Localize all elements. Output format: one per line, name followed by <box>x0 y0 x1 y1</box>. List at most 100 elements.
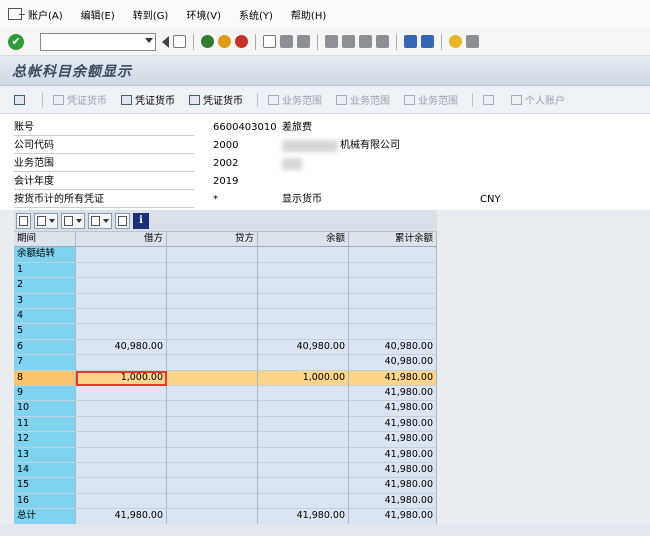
table-row[interactable]: 8 1,000.00 1,000.00 41,980.00 <box>14 370 437 386</box>
table-cell[interactable]: 8 <box>14 370 76 386</box>
business-area-button-2[interactable]: 业务范围 <box>336 92 390 107</box>
business-area-button-1[interactable]: 业务范围 <box>268 92 322 107</box>
chart-button[interactable] <box>115 212 130 229</box>
table-row[interactable]: 总计 41,980.00 41,980.00 41,980.00 <box>14 509 437 525</box>
menu-environment[interactable]: 环境(V) <box>186 7 221 22</box>
table-cell[interactable]: 41,980.00 <box>76 509 167 525</box>
table-cell[interactable] <box>258 416 349 433</box>
find-next-icon[interactable] <box>297 35 310 48</box>
table-row[interactable]: 2 <box>14 278 437 294</box>
table-cell[interactable] <box>349 262 437 279</box>
table-cell[interactable] <box>76 478 167 494</box>
table-cell[interactable]: 15 <box>14 478 76 494</box>
table-cell[interactable]: 1,000.00 <box>76 370 167 386</box>
table-cell[interactable] <box>167 278 258 294</box>
document-currency-button-3[interactable]: 凭证货币 <box>189 92 243 107</box>
last-page-icon[interactable] <box>376 35 389 48</box>
table-cell[interactable]: 11 <box>14 416 76 433</box>
table-cell[interactable]: 41,980.00 <box>349 493 437 510</box>
table-row[interactable]: 余额结转 <box>14 247 437 263</box>
table-row[interactable]: 10 41,980.00 <box>14 401 437 417</box>
table-cell[interactable] <box>76 463 167 479</box>
table-cell[interactable]: 13 <box>14 447 76 463</box>
command-input[interactable] <box>41 33 155 50</box>
table-cell[interactable] <box>258 262 349 279</box>
table-cell[interactable] <box>258 493 349 510</box>
system-menu-icon[interactable] <box>8 8 25 20</box>
document-currency-button-2[interactable]: 凭证货币 <box>121 92 175 107</box>
table-cell[interactable] <box>76 293 167 309</box>
table-cell[interactable] <box>258 463 349 479</box>
table-cell[interactable]: 41,980.00 <box>349 478 437 494</box>
table-cell[interactable] <box>76 262 167 279</box>
table-cell[interactable]: 1,000.00 <box>258 370 349 386</box>
table-cell[interactable]: 10 <box>14 401 76 417</box>
table-cell[interactable] <box>167 463 258 479</box>
table-cell[interactable]: 5 <box>14 324 76 340</box>
export-button[interactable] <box>61 212 85 229</box>
table-cell[interactable] <box>349 309 437 325</box>
table-cell[interactable]: 4 <box>14 309 76 325</box>
table-cell[interactable] <box>167 509 258 525</box>
table-cell[interactable]: 41,980.00 <box>349 509 437 525</box>
table-cell[interactable] <box>167 447 258 463</box>
table-cell[interactable]: 40,980.00 <box>349 355 437 371</box>
table-cell[interactable]: 40,980.00 <box>349 339 437 356</box>
table-cell[interactable]: 41,980.00 <box>349 463 437 479</box>
table-cell[interactable] <box>258 293 349 309</box>
table-row[interactable]: 14 41,980.00 <box>14 463 437 479</box>
menu-goto[interactable]: 转到(G) <box>133 7 169 22</box>
table-row[interactable]: 12 41,980.00 <box>14 432 437 448</box>
table-row[interactable]: 9 41,980.00 <box>14 386 437 402</box>
column-header[interactable]: 借方 <box>76 232 167 248</box>
table-cell[interactable] <box>349 278 437 294</box>
table-cell[interactable] <box>167 262 258 279</box>
table-cell[interactable] <box>167 386 258 402</box>
table-row[interactable]: 7 40,980.00 <box>14 355 437 371</box>
back-icon[interactable] <box>201 35 214 48</box>
table-cell[interactable] <box>258 401 349 417</box>
help-icon[interactable] <box>449 35 462 48</box>
table-cell[interactable]: 7 <box>14 355 76 371</box>
table-cell[interactable] <box>76 493 167 510</box>
table-row[interactable]: 4 <box>14 309 437 325</box>
table-cell[interactable] <box>258 478 349 494</box>
table-row[interactable]: 16 41,980.00 <box>14 493 437 510</box>
filter-button[interactable] <box>483 94 497 105</box>
table-cell[interactable] <box>167 432 258 448</box>
table-cell[interactable]: 14 <box>14 463 76 479</box>
individual-account-button[interactable]: 个人账户 <box>511 92 565 107</box>
table-cell[interactable] <box>76 278 167 294</box>
column-header[interactable]: 贷方 <box>167 232 258 248</box>
table-cell[interactable]: 41,980.00 <box>349 370 437 386</box>
exit-icon[interactable] <box>218 35 231 48</box>
table-row[interactable]: 5 <box>14 324 437 340</box>
table-cell[interactable] <box>167 401 258 417</box>
new-session-icon[interactable] <box>404 35 417 48</box>
table-cell[interactable] <box>76 386 167 402</box>
table-cell[interactable]: 40,980.00 <box>76 339 167 356</box>
table-cell[interactable]: 总计 <box>14 509 76 525</box>
table-cell[interactable] <box>76 432 167 448</box>
table-cell[interactable]: 40,980.00 <box>258 339 349 356</box>
table-cell[interactable] <box>258 324 349 340</box>
table-row[interactable]: 6 40,980.00 40,980.00 40,980.00 <box>14 339 437 356</box>
table-cell[interactable]: 2 <box>14 278 76 294</box>
business-area-button-3[interactable]: 业务范围 <box>404 92 458 107</box>
table-cell[interactable]: 41,980.00 <box>349 401 437 417</box>
table-cell[interactable] <box>167 339 258 356</box>
previous-page-icon[interactable] <box>342 35 355 48</box>
table-cell[interactable]: 3 <box>14 293 76 309</box>
table-cell[interactable] <box>349 293 437 309</box>
table-cell[interactable] <box>258 309 349 325</box>
shortcut-icon[interactable] <box>421 35 434 48</box>
print-icon[interactable] <box>263 35 276 48</box>
table-cell[interactable]: 9 <box>14 386 76 402</box>
table-cell[interactable] <box>167 355 258 371</box>
table-cell[interactable] <box>76 324 167 340</box>
table-cell[interactable] <box>76 309 167 325</box>
table-cell[interactable] <box>76 416 167 433</box>
menu-account[interactable]: 账户(A) <box>28 7 63 22</box>
next-page-icon[interactable] <box>359 35 372 48</box>
table-cell[interactable] <box>258 355 349 371</box>
